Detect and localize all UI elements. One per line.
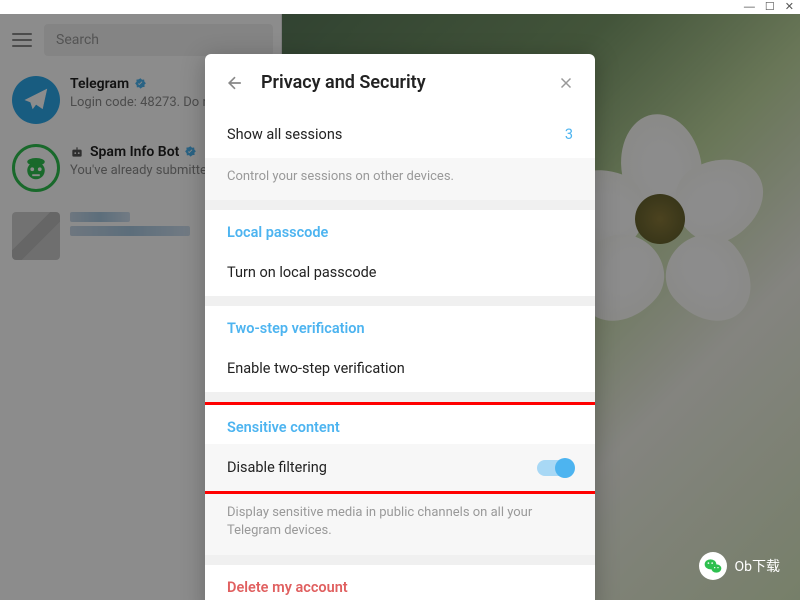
minimize-button[interactable]: — [744,2,755,13]
wechat-icon [699,552,727,580]
sessions-count: 3 [565,126,573,143]
close-icon[interactable] [557,74,575,92]
row-label: Show all sessions [227,126,342,143]
delete-account-header[interactable]: Delete my account [205,565,595,600]
back-arrow-icon[interactable] [225,73,245,93]
show-sessions-row[interactable]: Show all sessions 3 [205,111,595,158]
watermark-text: Ob下载 [735,556,781,576]
sensitive-hint: Display sensitive media in public channe… [205,494,595,554]
maximize-button[interactable]: ☐ [765,2,775,13]
two-step-header: Two-step verification [205,306,595,345]
enable-two-step-row[interactable]: Enable two-step verification [205,345,595,392]
row-label: Disable filtering [227,459,327,476]
modal-title: Privacy and Security [261,72,541,93]
row-label: Turn on local passcode [227,264,376,281]
sessions-hint: Control your sessions on other devices. [205,158,595,200]
sensitive-content-header: Sensitive content [205,405,595,444]
window-titlebar: — ☐ ✕ [0,0,800,14]
watermark: Ob下载 [699,552,781,580]
highlighted-section: Sensitive content Disable filtering [205,402,595,494]
row-label: Enable two-step verification [227,360,405,377]
app-window: — ☐ ✕ Search Telegram Login code: 48273.… [0,0,800,600]
close-window-button[interactable]: ✕ [785,2,794,13]
turn-on-passcode-row[interactable]: Turn on local passcode [205,249,595,296]
disable-filtering-toggle[interactable] [537,460,573,476]
disable-filtering-row[interactable]: Disable filtering [205,444,595,491]
local-passcode-header: Local passcode [205,210,595,249]
privacy-settings-modal: Privacy and Security Show all sessions 3… [205,54,595,600]
